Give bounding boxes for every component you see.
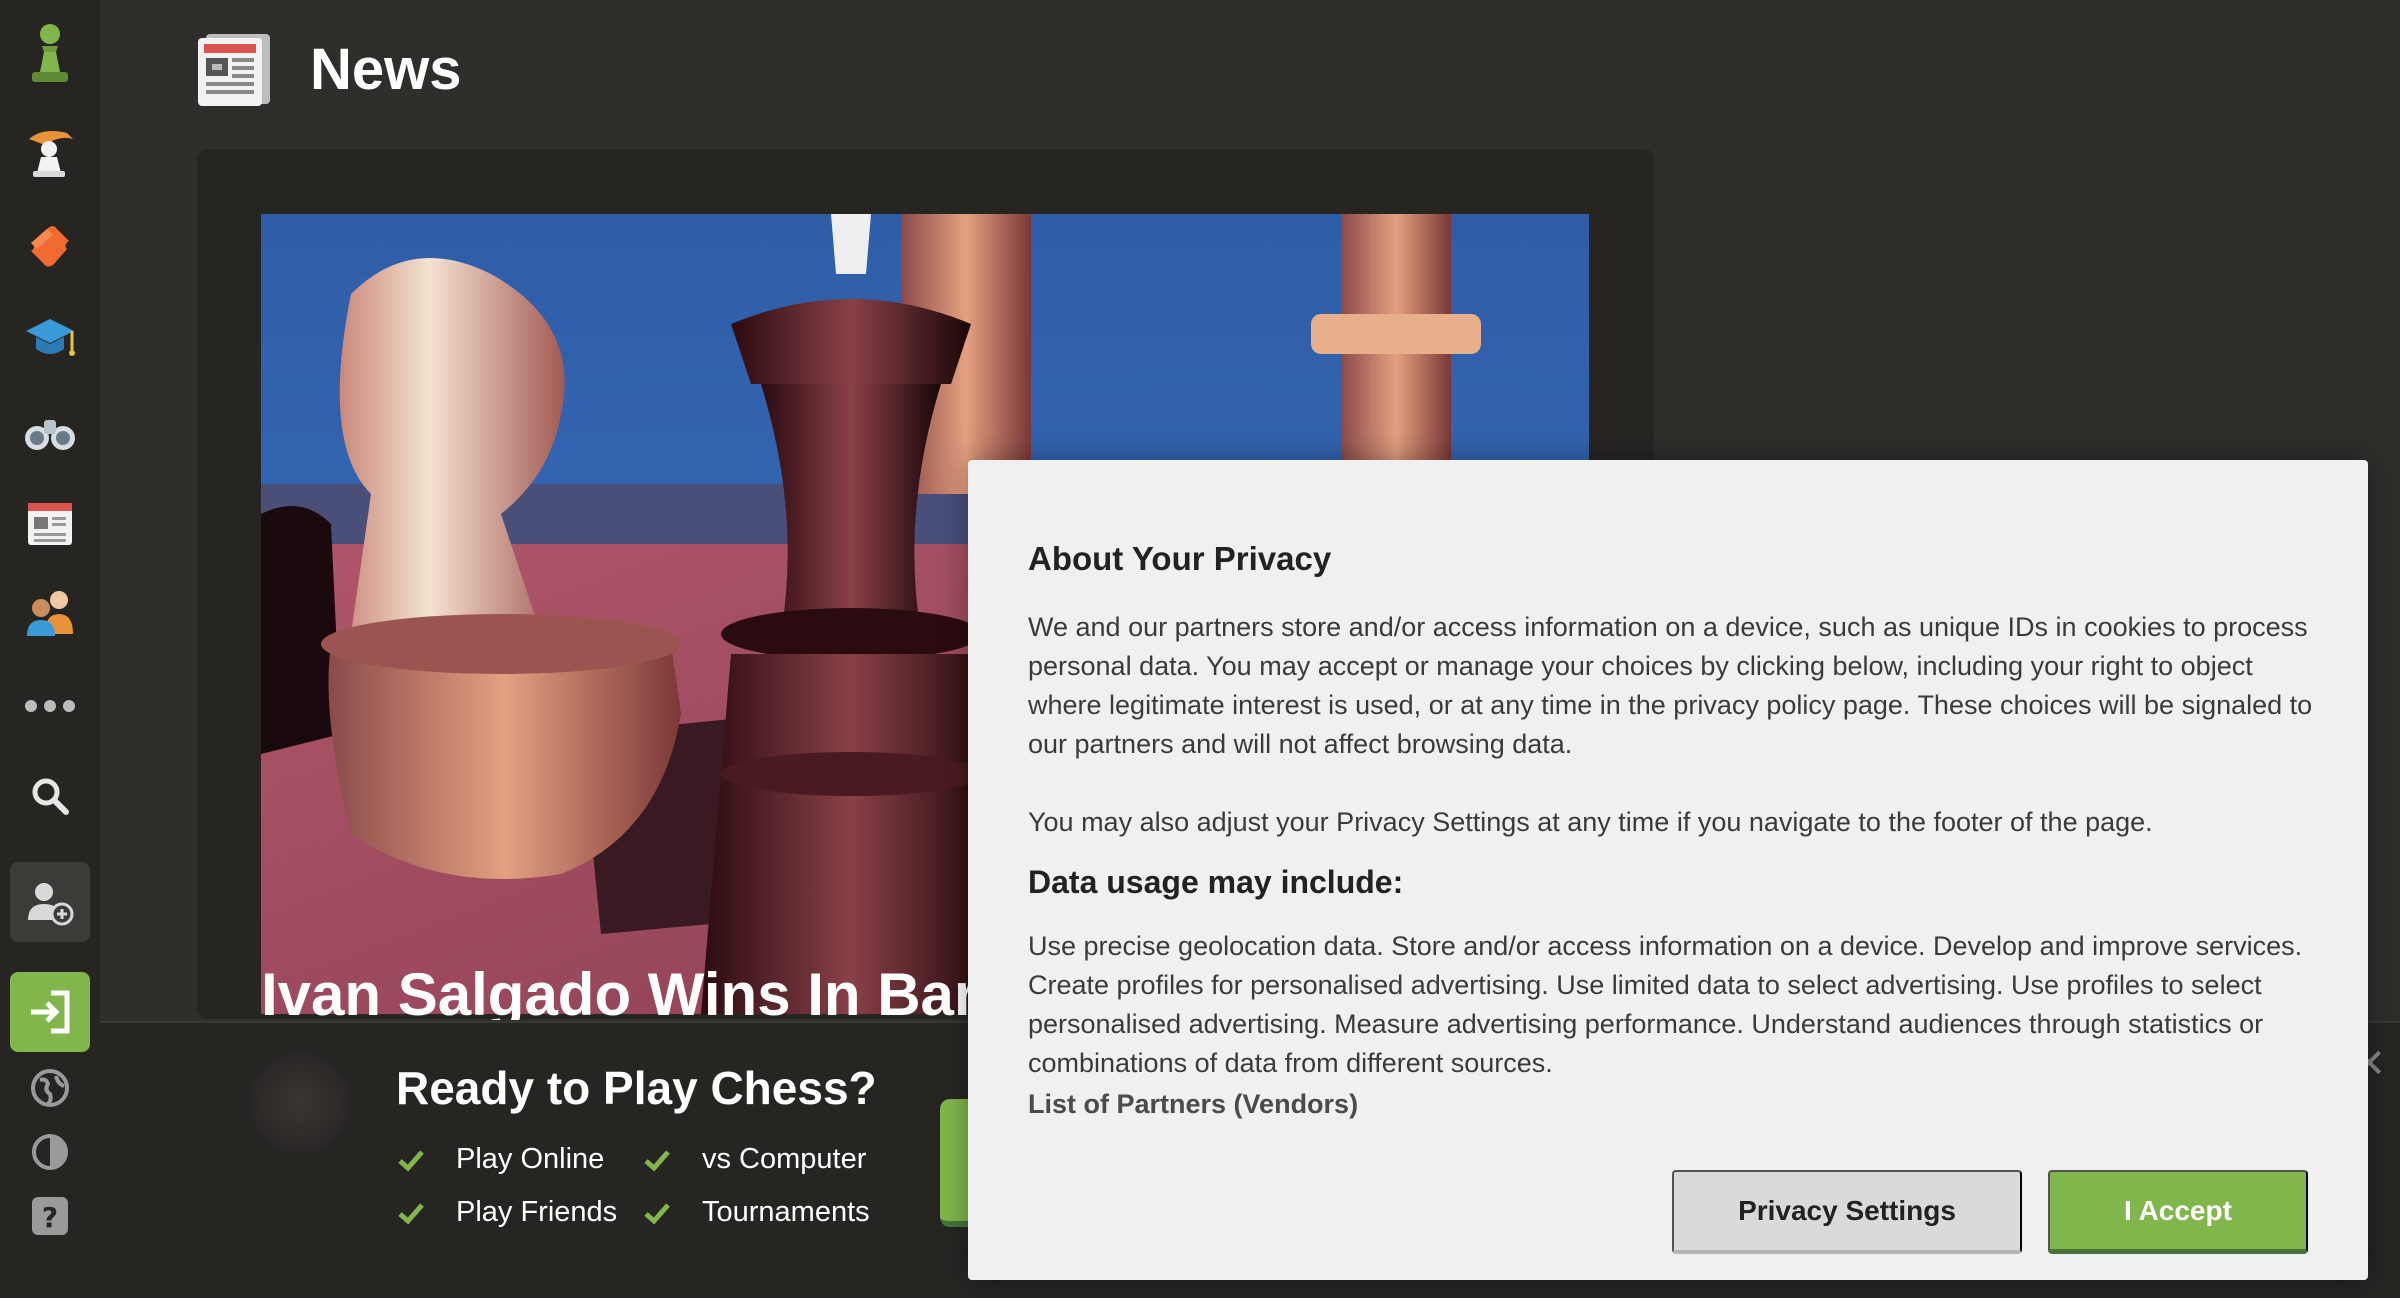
- watch-binoculars-icon[interactable]: [0, 392, 100, 472]
- log-in-button[interactable]: [10, 972, 90, 1052]
- banner-item-label: vs Computer: [702, 1143, 867, 1175]
- privacy-paragraph: We and our partners store and/or access …: [1028, 612, 2313, 759]
- add-user-icon: [28, 883, 74, 926]
- help-icon[interactable]: ?: [0, 1176, 100, 1256]
- privacy-content: About Your Privacy We and our partners s…: [1028, 540, 2318, 1120]
- social-icon[interactable]: [0, 572, 100, 652]
- data-usage-title: Data usage may include:: [1028, 864, 1404, 900]
- page-header: News: [196, 30, 462, 108]
- banner-item: Play Friends: [396, 1196, 642, 1229]
- partners-link[interactable]: List of Partners (Vendors): [1028, 1089, 2318, 1120]
- sign-up-button[interactable]: [10, 862, 90, 942]
- svg-text:?: ?: [42, 1201, 58, 1234]
- privacy-consent-dialog: About Your Privacy We and our partners s…: [968, 460, 2368, 1280]
- banner-item: vs Computer: [642, 1143, 872, 1176]
- puzzles-icon[interactable]: [0, 206, 100, 286]
- accept-button[interactable]: I Accept: [2048, 1170, 2308, 1254]
- check-icon: [398, 1202, 424, 1225]
- banner-feature-list: Play Online vs Computer Play Friends Tou…: [396, 1143, 872, 1229]
- sidebar: ?: [0, 0, 100, 1298]
- play-icon[interactable]: [0, 112, 100, 192]
- privacy-paragraph: You may also adjust your Privacy Setting…: [1028, 807, 2153, 837]
- banner-title: Ready to Play Chess?: [396, 1062, 877, 1114]
- banner-item: Tournaments: [642, 1196, 872, 1229]
- banner-avatar: [250, 1053, 350, 1153]
- search-icon[interactable]: [0, 756, 100, 836]
- check-icon: [644, 1149, 670, 1172]
- more-icon[interactable]: [0, 666, 100, 746]
- banner-item-label: Play Online: [456, 1143, 605, 1175]
- privacy-title: About Your Privacy: [1028, 540, 1332, 577]
- article-headline[interactable]: Ivan Salgado Wins In Bar: [261, 960, 977, 1020]
- learn-icon[interactable]: [0, 298, 100, 378]
- banner-item: Play Online: [396, 1143, 642, 1176]
- banner-item-label: Play Friends: [456, 1196, 618, 1228]
- chess-logo-pawn-icon[interactable]: [0, 14, 100, 94]
- check-icon: [644, 1202, 670, 1225]
- privacy-settings-button[interactable]: Privacy Settings: [1672, 1170, 2022, 1254]
- page-title: News: [310, 36, 462, 102]
- news-icon[interactable]: [0, 484, 100, 564]
- banner-item-label: Tournaments: [702, 1196, 870, 1228]
- data-usage-paragraph: Use precise geolocation data. Store and/…: [1028, 931, 2303, 1078]
- check-icon: [398, 1149, 424, 1172]
- newspaper-icon: [198, 34, 270, 106]
- log-in-icon: [31, 990, 70, 1034]
